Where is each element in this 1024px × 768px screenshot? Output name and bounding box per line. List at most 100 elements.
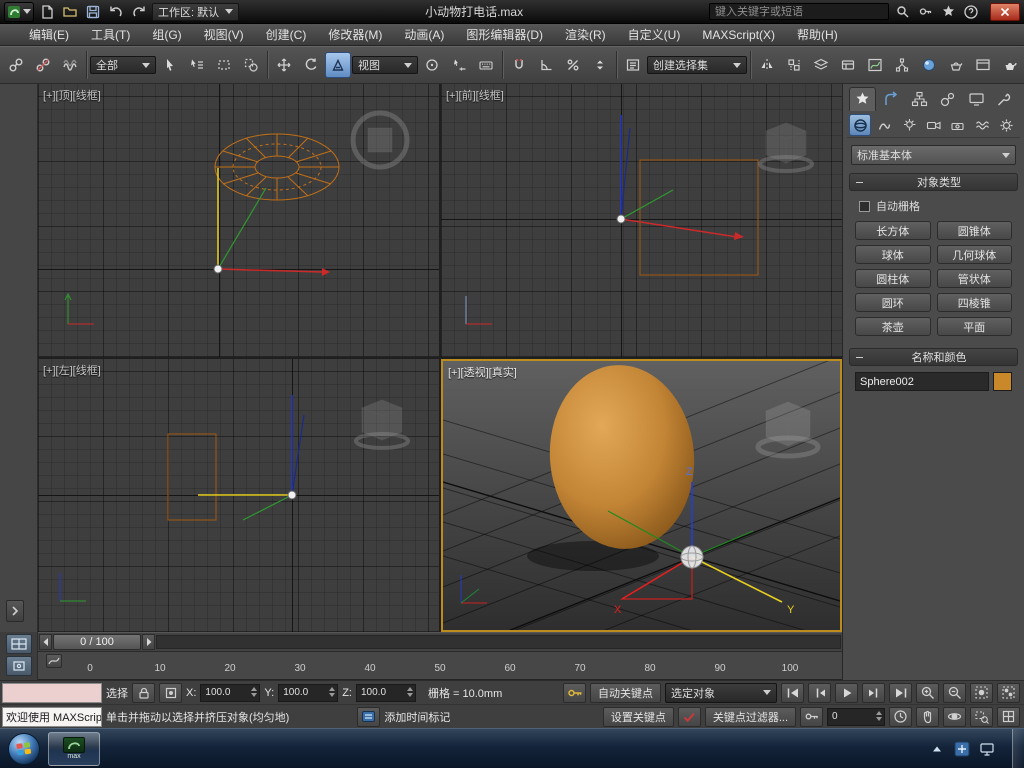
- spinner-arrows[interactable]: [876, 710, 882, 721]
- time-slider-handle[interactable]: 0 / 100: [53, 634, 141, 650]
- close-button[interactable]: [990, 2, 1021, 21]
- favorites-button[interactable]: [938, 2, 958, 22]
- autogrid-checkbox[interactable]: [859, 200, 870, 212]
- go-to-start-button[interactable]: [781, 682, 804, 703]
- select-and-move-button[interactable]: [271, 52, 297, 78]
- select-object-button[interactable]: [157, 52, 183, 78]
- zoom-extents-button[interactable]: [970, 682, 993, 703]
- spinner-arrows[interactable]: [329, 686, 336, 697]
- primitive-button-torus[interactable]: 圆环: [855, 293, 931, 312]
- primitive-category-combo[interactable]: 标准基本体: [851, 145, 1016, 165]
- maximize-viewport-toggle-button[interactable]: [997, 706, 1020, 727]
- menu-modifiers[interactable]: 修改器(M): [325, 25, 385, 44]
- category-shapes[interactable]: [873, 114, 895, 136]
- viewport-perspective[interactable]: [+][透视][真实] X Y Z: [441, 359, 842, 632]
- tab-modify[interactable]: [878, 87, 905, 111]
- key-filters-check[interactable]: [677, 706, 701, 727]
- render-button[interactable]: [997, 52, 1023, 78]
- viewport-top[interactable]: [+][顶][线框]: [38, 84, 439, 357]
- search-input[interactable]: [709, 3, 890, 20]
- rectangular-selection-region-button[interactable]: [211, 52, 237, 78]
- track-bar[interactable]: 0 10 20 30 40 50 60 70 80 90 100: [38, 652, 842, 680]
- menu-create[interactable]: 创建(C): [263, 25, 310, 44]
- viewport-left[interactable]: [+][左][线框]: [38, 359, 439, 632]
- orbit-view-button[interactable]: [943, 706, 966, 727]
- menu-rendering[interactable]: 渲染(R): [562, 25, 609, 44]
- time-configuration-button[interactable]: [889, 706, 912, 727]
- tab-display[interactable]: [963, 87, 990, 111]
- tray-show-hidden-icons-button[interactable]: [928, 740, 946, 758]
- primitive-button-teapot[interactable]: 茶壶: [855, 317, 931, 336]
- percent-snap-toggle-button[interactable]: [560, 52, 586, 78]
- application-menu-button[interactable]: [4, 1, 34, 22]
- set-keys-button[interactable]: [563, 682, 586, 703]
- named-selection-sets-combo[interactable]: 创建选择集: [647, 56, 747, 74]
- primitive-button-tube[interactable]: 管状体: [936, 269, 1012, 288]
- object-color-swatch[interactable]: [993, 372, 1012, 391]
- reference-coordinate-combo[interactable]: 视图: [352, 56, 418, 74]
- material-editor-button[interactable]: [916, 52, 942, 78]
- category-lights[interactable]: [898, 114, 920, 136]
- tray-input-method-icon[interactable]: [953, 740, 971, 758]
- redo-button[interactable]: [129, 2, 149, 22]
- zoom-all-button[interactable]: [943, 682, 966, 703]
- curve-editor-button[interactable]: [862, 52, 888, 78]
- tab-motion[interactable]: [935, 87, 962, 111]
- search-button[interactable]: [892, 2, 912, 22]
- primitive-button-box[interactable]: 长方体: [855, 221, 931, 240]
- rendered-frame-window-button[interactable]: [970, 52, 996, 78]
- unlink-selection-button[interactable]: [30, 52, 56, 78]
- object-type-rollout[interactable]: 对象类型: [849, 173, 1018, 191]
- keyboard-shortcut-override-button[interactable]: [473, 52, 499, 78]
- menu-tools[interactable]: 工具(T): [88, 25, 133, 44]
- z-coordinate-field[interactable]: 100.0: [355, 683, 416, 702]
- select-and-link-button[interactable]: [3, 52, 29, 78]
- primitive-button-sphere[interactable]: 球体: [855, 245, 931, 264]
- selection-lock-toggle[interactable]: [132, 682, 155, 703]
- key-mode-toggle-button[interactable]: [800, 706, 823, 727]
- menu-maxscript[interactable]: MAXScript(X): [699, 27, 778, 43]
- expand-panel-button[interactable]: [6, 600, 24, 622]
- align-button[interactable]: [781, 52, 807, 78]
- taskbar-3dsmax-button[interactable]: max: [48, 731, 100, 766]
- open-mini-curve-editor-button[interactable]: [46, 654, 62, 668]
- primitive-button-plane[interactable]: 平面: [936, 317, 1012, 336]
- primitive-button-pyramid[interactable]: 四棱锥: [936, 293, 1012, 312]
- select-and-manipulate-button[interactable]: [446, 52, 472, 78]
- menu-group[interactable]: 组(G): [149, 25, 184, 44]
- category-helpers[interactable]: [947, 114, 969, 136]
- edit-named-selection-sets-button[interactable]: [620, 52, 646, 78]
- object-name-input[interactable]: Sphere002: [855, 372, 989, 391]
- spinner-arrows[interactable]: [251, 686, 258, 697]
- viewport-perspective-label[interactable]: [+][透视][真实]: [448, 364, 517, 380]
- select-and-squash-button[interactable]: [325, 52, 351, 78]
- snap-toggle-3d-button[interactable]: [506, 52, 532, 78]
- select-and-rotate-button[interactable]: [298, 52, 324, 78]
- undo-button[interactable]: [106, 2, 126, 22]
- y-coordinate-field[interactable]: 100.0: [278, 683, 339, 702]
- menu-edit[interactable]: 编辑(E): [26, 25, 72, 44]
- help-button[interactable]: [961, 2, 981, 22]
- save-file-button[interactable]: [83, 2, 103, 22]
- category-geometry[interactable]: [849, 114, 872, 136]
- use-pivot-center-button[interactable]: [419, 52, 445, 78]
- isolate-selection-button[interactable]: [5, 656, 32, 676]
- primitive-button-cylinder[interactable]: 圆柱体: [855, 269, 931, 288]
- menu-views[interactable]: 视图(V): [201, 25, 247, 44]
- previous-frame-arrow[interactable]: [39, 634, 52, 650]
- menu-graph-editors[interactable]: 图形编辑器(D): [463, 25, 546, 44]
- window-crossing-toggle-button[interactable]: [238, 52, 264, 78]
- tray-network-icon[interactable]: [978, 740, 996, 758]
- zoom-button[interactable]: [916, 682, 939, 703]
- macro-recorder-field[interactable]: [2, 682, 102, 703]
- layer-manager-button[interactable]: [808, 52, 834, 78]
- menu-animation[interactable]: 动画(A): [401, 25, 447, 44]
- pan-view-button[interactable]: [916, 706, 939, 727]
- primitive-button-cone[interactable]: 圆锥体: [936, 221, 1012, 240]
- show-desktop-button[interactable]: [1012, 728, 1024, 768]
- viewport-layout-button[interactable]: [5, 634, 32, 654]
- open-file-button[interactable]: [60, 2, 80, 22]
- category-spacewarps[interactable]: [971, 114, 993, 136]
- render-setup-button[interactable]: [943, 52, 969, 78]
- bind-to-spacewarp-button[interactable]: [57, 52, 83, 78]
